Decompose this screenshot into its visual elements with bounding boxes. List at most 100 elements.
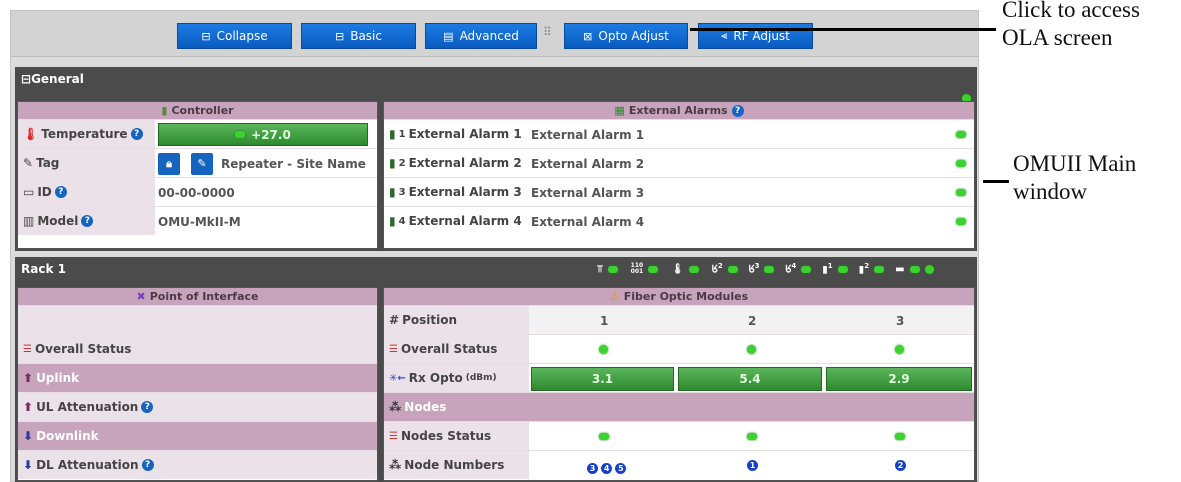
alarm-status-led: [956, 189, 966, 196]
fiber-rx-icon: ✳←: [389, 372, 406, 384]
status-led: [909, 265, 920, 273]
help-icon[interactable]: ?: [130, 128, 143, 140]
node-status-led: [895, 433, 905, 440]
lock-icon[interactable]: 🔒︎: [158, 153, 180, 175]
poi-icon: ✖: [136, 290, 146, 303]
thermometer-icon: 🌡: [23, 127, 39, 141]
opto-adjust-icon: ⊠: [583, 29, 593, 43]
basic-button[interactable]: ⊟ Basic: [301, 23, 416, 49]
external-alarm-value: External Alarm 2: [531, 157, 645, 171]
module-2-icon: ▮2: [858, 262, 870, 276]
advanced-button[interactable]: ▤ Advanced: [425, 23, 537, 49]
external-alarm-label: ▮ 2 External Alarm 2: [389, 156, 522, 170]
poi-header: ✖ Point of Interface: [18, 288, 377, 305]
nodes-row[interactable]: ⁂ Nodes: [384, 392, 974, 421]
help-icon[interactable]: ?: [731, 104, 744, 117]
status-led: [801, 265, 812, 273]
rack-title[interactable]: Rack 1: [21, 262, 66, 276]
downlink-row[interactable]: ⬇ Downlink: [18, 421, 377, 450]
status-led: [727, 265, 738, 273]
position-value: 3: [896, 314, 905, 328]
fom-overall-status-label: ☰ Overall Status: [384, 335, 529, 363]
uplink-row[interactable]: ⬆ Uplink: [18, 363, 377, 392]
dl-attenuation-row: ⬇ DL Attenuation ?: [18, 450, 377, 479]
binary-data-icon: 110 001: [630, 262, 644, 275]
node-number-badge[interactable]: 2: [895, 460, 906, 471]
position-row: # Position 1 2 3: [384, 305, 974, 334]
alarm-input-icon: ▮: [389, 214, 396, 228]
external-alarm-value: External Alarm 1: [531, 128, 645, 142]
antenna-2-icon: ᖉ2: [711, 262, 723, 276]
general-title[interactable]: ⊟General: [21, 72, 84, 86]
ul-attenuation-row: ⬆ UL Attenuation ?: [18, 392, 377, 421]
toolbar: ⊟ Collapse ⊟ Basic ▤ Advanced ⠿ ⊠ Opto A…: [11, 11, 978, 57]
status-led: [837, 265, 848, 273]
help-icon[interactable]: ?: [54, 186, 67, 198]
module-status-led: [895, 345, 904, 354]
external-alarms-header: ▦ External Alarms ?: [384, 102, 974, 119]
node-number-badge[interactable]: 4: [601, 463, 613, 474]
tag-icon: ✎: [23, 156, 34, 170]
fom-header: ⚠ Fiber Optic Modules: [384, 288, 974, 305]
status-led: [764, 265, 775, 273]
node-numbers-label: ⁂ Node Numbers: [384, 451, 529, 479]
tag-value: Repeater - Site Name: [221, 157, 366, 171]
uplink-arrow-icon: ⬆: [23, 371, 34, 385]
battery-icon: ▬: [895, 263, 905, 275]
callout-line-main: [983, 180, 1009, 183]
temperature-value: +27.0: [158, 123, 368, 146]
temperature-row: 🌡 Temperature ? +27.0: [18, 119, 377, 148]
module-1-icon: ▮1: [822, 262, 833, 276]
node-number-badge[interactable]: 1: [747, 460, 758, 471]
id-card-icon: ▭: [23, 185, 35, 199]
nodes-icon: ⁂: [389, 400, 402, 414]
advanced-view-icon: ▤: [443, 29, 454, 43]
ola-annotation: Click to access OLA screen: [1002, 0, 1140, 50]
node-status-led: [599, 433, 609, 440]
temperature-label: 🌡 Temperature ?: [18, 120, 155, 148]
collapse-button[interactable]: ⊟ Collapse: [177, 23, 292, 49]
node-number-badge[interactable]: 5: [615, 463, 627, 474]
antenna-3-icon: ᖉ3: [748, 262, 760, 276]
downlink-arrow-icon: ⬇: [23, 429, 34, 443]
rack-section: Rack 1 ⫪ 110 001 🌡 ᖉ2 ᖉ3 ᖉ4 ▮1 ▮2 ▬ ✖ Poi…: [15, 257, 977, 482]
node-number-badge[interactable]: 3: [587, 463, 598, 474]
status-led: [874, 265, 885, 273]
rf-adjust-button[interactable]: ⫷ RF Adjust: [698, 23, 813, 49]
nodes-status-label: ☰ Nodes Status: [384, 422, 529, 450]
rx-opto-label: ✳← Rx Opto (dBm): [384, 364, 529, 392]
alarm-input-icon: ▮: [389, 127, 396, 141]
external-alarm-label: ▮ 1 External Alarm 1: [389, 127, 522, 141]
poi-overall-status-label: ☰ Overall Status: [23, 342, 132, 356]
alarm-status-led: [956, 218, 966, 225]
tag-row: ✎ Tag 🔒︎ ✎ Repeater - Site Name: [18, 148, 377, 177]
external-alarm-row: ▮ 3 External Alarm 3 External Alarm 3: [384, 177, 974, 206]
grip-handle-icon[interactable]: ⠿: [543, 26, 552, 38]
nodes-label: ⁂ Nodes: [389, 400, 447, 414]
module-status-led: [747, 345, 756, 354]
basic-view-icon: ⊟: [335, 29, 345, 43]
opto-adjust-button[interactable]: ⊠ Opto Adjust: [564, 23, 688, 49]
main-window-annotation: OMUII Main window: [1013, 151, 1137, 204]
external-alarm-label: ▮ 4 External Alarm 4: [389, 214, 522, 228]
status-led: [648, 265, 659, 273]
position-value: 2: [748, 314, 757, 328]
position-value: 1: [600, 314, 609, 328]
help-icon[interactable]: ?: [141, 459, 154, 471]
alarm-input-icon: ▮: [389, 185, 396, 199]
edit-icon[interactable]: ✎: [191, 153, 213, 175]
module-status-led: [599, 345, 608, 354]
status-list-icon: ☰: [23, 343, 32, 355]
omu-main-window: ⊟ Collapse ⊟ Basic ▤ Advanced ⠿ ⊠ Opto A…: [10, 10, 979, 482]
help-icon[interactable]: ?: [81, 215, 94, 227]
callout-line-ola: [690, 28, 996, 31]
controller-panel: ▮ Controller 🌡 Temperature ? +27.0 ✎ Tag: [17, 101, 378, 249]
alarm-status-led: [956, 131, 966, 138]
poi-spacer-row: [18, 305, 377, 334]
uplink-arrow-icon: ⬆: [23, 400, 34, 414]
help-icon[interactable]: ?: [141, 401, 154, 413]
rack-status-strip: ⫪ 110 001 🌡 ᖉ2 ᖉ3 ᖉ4 ▮1 ▮2 ▬: [597, 262, 934, 276]
status-list-icon: ☰: [389, 430, 398, 442]
external-alarms-panel: ▦ External Alarms ? ▮ 1 External Alarm 1 …: [383, 101, 975, 249]
temperature-led: [235, 131, 246, 138]
